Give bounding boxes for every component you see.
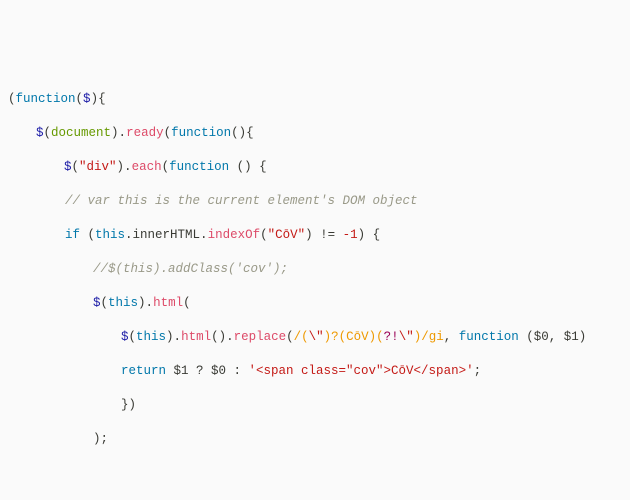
code-line: return $1 ? $0 : '<span class="cov">CōV<… bbox=[8, 363, 630, 380]
code-line: // var this is the current element's DOM… bbox=[8, 193, 630, 210]
code-line: if (this.innerHTML.indexOf("CōV") != -1)… bbox=[8, 227, 630, 244]
code-line: $(this).html( bbox=[8, 295, 630, 312]
code-line: ); bbox=[8, 431, 630, 448]
code-line bbox=[8, 465, 630, 482]
code-line: $(document).ready(function(){ bbox=[8, 125, 630, 142]
code-line: //$(this).addClass('cov'); bbox=[8, 261, 630, 278]
code-block: (function($){ $(document).ready(function… bbox=[0, 68, 630, 500]
code-line: $("div").each(function () { bbox=[8, 159, 630, 176]
code-line: (function($){ bbox=[8, 91, 630, 108]
code-line: $(this).html().replace(/(\")?(CōV)(?!\")… bbox=[8, 329, 630, 346]
code-line: }) bbox=[8, 397, 630, 414]
